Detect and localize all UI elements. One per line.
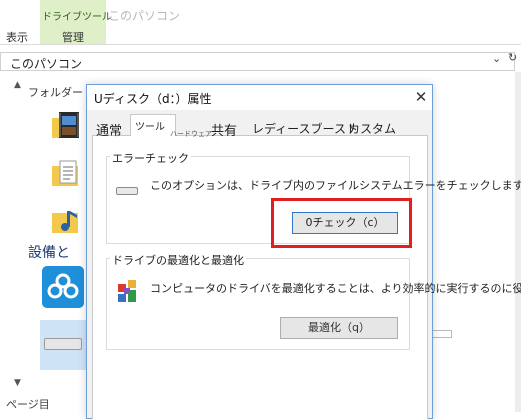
cloud-glyph — [47, 273, 79, 299]
tab-manage[interactable]: 管理 — [62, 29, 84, 45]
optimize-description: コンピュータのドライバを最適化することは、より効率的に実行するのに役 — [150, 282, 521, 295]
close-icon[interactable]: ✕ — [410, 85, 432, 110]
drive-icon[interactable] — [44, 338, 82, 350]
drive-tools-tab[interactable]: ドライブツール — [42, 8, 112, 23]
highlight-box — [271, 198, 412, 248]
optimize-title: ドライブの最適化と最適化 — [110, 252, 246, 268]
tab-readyboost[interactable]: レディースブースト — [252, 120, 358, 137]
ribbon-divider — [0, 44, 521, 45]
status-bar-text: ページ目 — [6, 398, 50, 411]
chevron-down-icon[interactable]: ⌄ — [492, 52, 501, 65]
address-path[interactable]: このパソコン — [10, 55, 82, 72]
error-check-title: エラーチェック — [110, 150, 191, 166]
cloud-icon[interactable] — [42, 266, 84, 308]
tab-general[interactable]: 通常 — [96, 120, 122, 139]
tab-tools[interactable]: ツール — [135, 118, 165, 133]
tab-customize[interactable]: カスタム — [348, 120, 396, 137]
folder-heading[interactable]: フォルダー — [28, 84, 83, 100]
scroll-down-icon[interactable]: ▼ — [14, 378, 21, 388]
drive-icon — [116, 187, 138, 195]
document-folder-icon[interactable] — [50, 158, 82, 190]
dialog-title: Uディスク（d：）属性 — [94, 92, 212, 106]
defrag-icon — [118, 280, 136, 302]
right-scrollbar[interactable] — [515, 72, 521, 412]
error-check-description: このオプションは、ドライブ内のファイルシステムエラーをチェックします — [150, 179, 521, 192]
optimize-button[interactable]: 最適化（q） — [280, 317, 398, 339]
tab-hardware[interactable]: ハードウェア — [170, 129, 212, 139]
refresh-icon[interactable]: ↻ — [508, 51, 517, 64]
scroll-up-icon[interactable]: ▲ — [14, 80, 21, 90]
music-folder-icon[interactable] — [50, 205, 82, 237]
video-folder-icon[interactable] — [50, 110, 82, 142]
tab-sharing[interactable]: 共有 — [211, 120, 237, 139]
window-title: このパソコン — [108, 9, 181, 23]
devices-heading[interactable]: 設備と — [28, 242, 70, 262]
tab-view[interactable]: 表示 — [6, 29, 28, 45]
